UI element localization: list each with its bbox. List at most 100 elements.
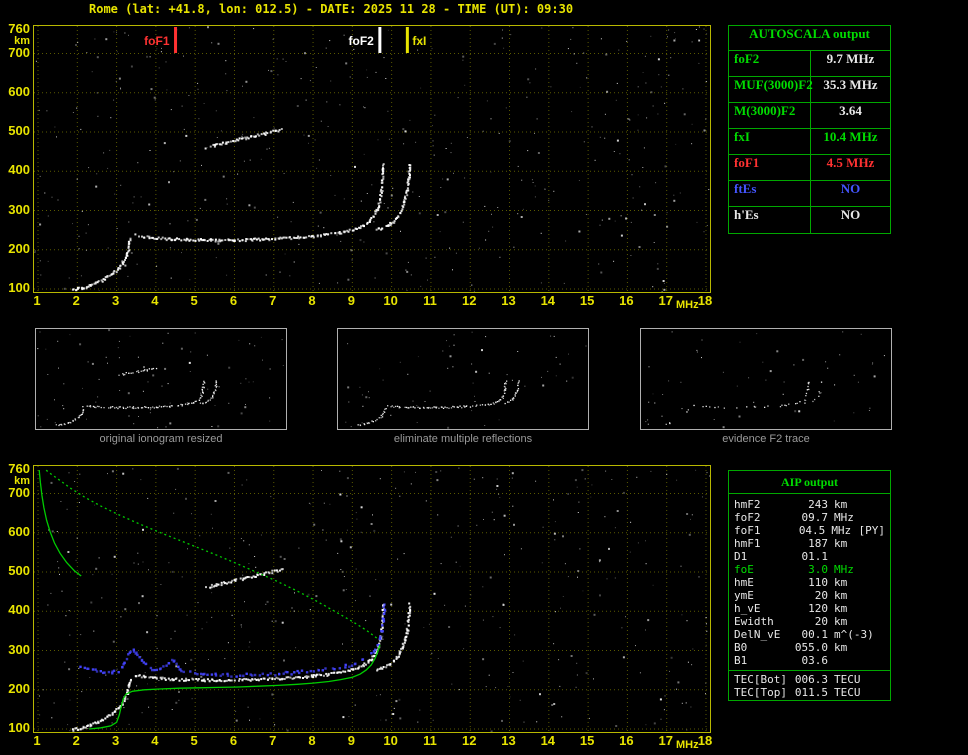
autoscala-table-row: MUF(3000)F2 35.3 MHz: [729, 77, 890, 103]
aip-table-row: foF1 04.5 MHz [PY]: [729, 524, 890, 537]
aip-table-row: hmE 110 km: [729, 576, 890, 589]
series-E-trace: [72, 679, 132, 732]
aip-table-row: h_vE 120 km: [729, 602, 890, 615]
series-F-trace-O: [387, 381, 507, 410]
grid-lines: [34, 466, 710, 732]
series-F-trace-O: [134, 163, 384, 242]
main-ionogram-canvas: foF1foF2fxI: [34, 26, 710, 292]
series-multiple-hop: [205, 128, 283, 150]
aip-output-table-title: AIP output: [729, 473, 890, 494]
autoscala-table-row: h'Es NO: [729, 207, 890, 233]
x-axis-tick-label: 9: [339, 734, 363, 747]
parameter-value: 03.6: [792, 654, 828, 667]
y-axis-tick-label: 700: [0, 46, 30, 59]
aip-output-table-rows: hmF2 243 km foF2 09.7 MHz foF1 04.5 MHz …: [729, 498, 890, 699]
y-axis-tick-label: 100: [0, 281, 30, 294]
series-E-trace: [72, 238, 132, 292]
autoscala-table-row: foF1 4.5 MHz: [729, 155, 890, 181]
aip-ionogram-plot: [33, 465, 711, 733]
parameter-name: D1: [734, 550, 792, 563]
x-axis-tick-label: 15: [575, 734, 599, 747]
x-axis-tick-label: 2: [64, 294, 88, 307]
parameter-name: B1: [734, 654, 792, 667]
tec-separator-line: [729, 670, 890, 671]
parameter-label: ftEs: [729, 181, 811, 206]
aip-table-row: foF2 09.7 MHz: [729, 511, 890, 524]
parameter-value: 055.0: [792, 641, 828, 654]
aip-table-row: B1 03.6: [729, 654, 890, 667]
background-noise: [39, 468, 710, 732]
parameter-note: [862, 589, 885, 602]
parameter-unit: [828, 550, 862, 563]
series-F-trace-O: [693, 382, 809, 409]
parameter-note: [862, 673, 885, 686]
y-axis-tick-label: 500: [0, 564, 30, 577]
y-axis-tick-label: 200: [0, 242, 30, 255]
parameter-unit: MHz: [825, 524, 858, 537]
series-profile-bottomside: [89, 645, 380, 729]
parameter-unit: km: [828, 641, 862, 654]
parameter-name: foE: [734, 563, 792, 576]
autoscala-output-screen: Rome (lat: +41.8, lon: 012.5) - DATE: 20…: [0, 0, 968, 755]
aip-table-row: hmF2 243 km: [729, 498, 890, 511]
x-axis-tick-label: 16: [614, 294, 638, 307]
parameter-value: 4.5 MHz: [811, 155, 890, 180]
autoscala-table-row: ftEs NO: [729, 181, 890, 207]
autoscala-output-table-rows: foF2 9.7 MHz MUF(3000)F2 35.3 MHz M(3000…: [729, 51, 890, 233]
x-axis-tick-label: 17: [654, 734, 678, 747]
aip-table-row: hmF1 187 km: [729, 537, 890, 550]
x-axis-tick-label: 6: [221, 294, 245, 307]
background-noise: [345, 332, 586, 429]
parameter-note: [862, 550, 885, 563]
parameter-value: NO: [811, 181, 890, 206]
aip-table-row: TEC[Bot] 006.3 TECU: [729, 673, 890, 686]
parameter-name: h_vE: [734, 602, 792, 615]
parameter-value: 9.7 MHz: [811, 51, 890, 76]
autoscala-output-table: AUTOSCALA output foF2 9.7 MHz MUF(3000)F…: [728, 25, 891, 234]
thumbnail-original-ionogram: [35, 328, 287, 430]
x-axis-tick-label: 15: [575, 294, 599, 307]
x-axis-tick-label: 7: [261, 734, 285, 747]
x-axis-tick-label: 13: [497, 294, 521, 307]
parameter-unit: m^(-3): [828, 628, 862, 641]
foF1-marker-label: foF1: [144, 34, 170, 48]
parameter-note: [862, 686, 885, 699]
series-multiple-hop: [118, 368, 157, 376]
parameter-note: [862, 511, 885, 524]
parameter-unit: km: [828, 602, 862, 615]
fxI-marker-label: fxI: [412, 34, 426, 48]
parameter-unit: km: [828, 498, 862, 511]
aip-table-row: DelN_vE 00.1 m^(-3): [729, 628, 890, 641]
background-noise: [34, 26, 709, 292]
parameter-value: 01.1: [792, 550, 828, 563]
parameter-note: [862, 498, 885, 511]
parameter-value: 3.0: [792, 563, 828, 576]
x-axis-tick-label: 9: [339, 294, 363, 307]
autoscala-output-table-title: AUTOSCALA output: [729, 26, 890, 51]
aip-table-row: D1 01.1: [729, 550, 890, 563]
background-noise: [645, 331, 885, 428]
parameter-unit: TECU: [828, 673, 862, 686]
parameter-name: Ewidth: [734, 615, 792, 628]
parameter-unit: km: [828, 537, 862, 550]
x-axis-tick-label: 8: [300, 294, 324, 307]
parameter-label: foF2: [729, 51, 811, 76]
parameter-note: [862, 576, 885, 589]
x-axis-tick-label: 10: [379, 734, 403, 747]
x-axis-tick-label: 11: [418, 734, 442, 747]
parameter-name: B0: [734, 641, 792, 654]
parameter-label: M(3000)F2: [729, 103, 811, 128]
x-axis-tick-label: 4: [143, 294, 167, 307]
aip-ionogram-canvas: [34, 466, 710, 732]
y-axis-tick-label: 300: [0, 643, 30, 656]
autoscala-table-row: foF2 9.7 MHz: [729, 51, 890, 77]
x-axis-tick-label: 3: [104, 294, 128, 307]
aip-table-row: B0 055.0 km: [729, 641, 890, 654]
parameter-value: 10.4 MHz: [811, 129, 890, 154]
x-axis-tick-label: 12: [457, 294, 481, 307]
parameter-note: [862, 654, 885, 667]
parameter-unit: km: [828, 576, 862, 589]
x-axis-unit-label: MHz: [675, 739, 699, 752]
x-axis-tick-label: 3: [104, 734, 128, 747]
y-axis-tick-label: 600: [0, 85, 30, 98]
